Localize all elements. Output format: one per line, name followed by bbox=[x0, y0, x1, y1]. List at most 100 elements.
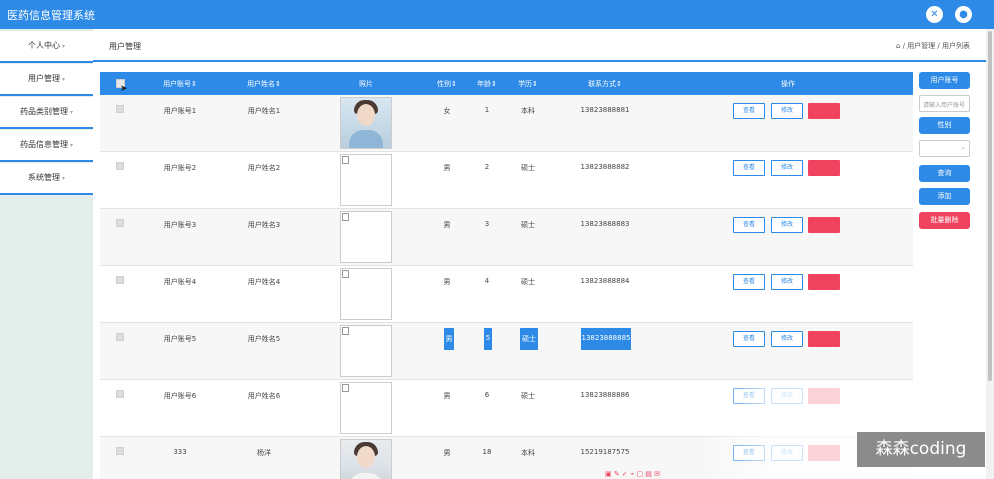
cell-name: 用户姓名2 bbox=[247, 164, 281, 172]
cell-edu: 硕士 bbox=[521, 164, 535, 172]
view-button[interactable]: 查看 bbox=[733, 331, 765, 347]
sidebar-item-personal-center[interactable]: 个人中心 ▾ bbox=[0, 31, 93, 63]
cell-age: 1 bbox=[484, 106, 490, 114]
broken-image-icon bbox=[342, 384, 349, 392]
toolbar-strip: ▣ ✎ ✓ ⌁ ▢ ▤ ✉ bbox=[605, 470, 661, 478]
top-bar: 医药信息管理系统 ✕ ● bbox=[0, 0, 994, 29]
cell-edu: 本科 bbox=[521, 107, 535, 115]
cell-age: 3 bbox=[484, 220, 490, 228]
delete-button[interactable]: 删除 bbox=[808, 217, 840, 233]
row-checkbox[interactable] bbox=[116, 219, 124, 227]
user-photo bbox=[340, 325, 392, 377]
user-photo bbox=[340, 268, 392, 320]
chevron-down-icon: ▾ bbox=[69, 142, 73, 149]
header-phone[interactable]: 联系方式⇕ bbox=[580, 79, 630, 89]
sidebar-item-label: 用户管理 bbox=[27, 74, 60, 83]
cell-name: 杨洋 bbox=[257, 449, 271, 457]
view-button[interactable]: 查看 bbox=[733, 103, 765, 119]
cell-account: 333 bbox=[173, 448, 187, 456]
user-icon[interactable]: ● bbox=[955, 6, 972, 23]
query-button[interactable]: 查询 bbox=[919, 165, 970, 182]
header-age[interactable]: 年龄⇕ bbox=[474, 79, 500, 89]
account-label-button[interactable]: 用户账号 bbox=[919, 72, 970, 89]
cell-edu: 硕士 bbox=[521, 392, 535, 400]
table-row: 用户账号2 用户姓名2 男 2 硕士 13823888882 查看 修改 删除 bbox=[100, 152, 913, 209]
row-checkbox[interactable] bbox=[116, 276, 124, 284]
edit-button[interactable]: 修改 bbox=[771, 217, 803, 233]
delete-button[interactable]: 删除 bbox=[808, 103, 840, 119]
cell-phone: 13823888884 bbox=[580, 277, 630, 285]
cell-phone: 13823888883 bbox=[580, 220, 630, 228]
cell-gender: 男 bbox=[443, 392, 451, 400]
cell-age: 18 bbox=[482, 448, 492, 456]
user-photo bbox=[340, 97, 392, 149]
cell-gender: 女 bbox=[443, 107, 451, 115]
broken-image-icon bbox=[342, 156, 349, 164]
cell-age: 4 bbox=[484, 277, 490, 285]
chevron-down-icon: ▾ bbox=[61, 43, 65, 50]
user-photo bbox=[340, 211, 392, 263]
gender-label-button[interactable]: 性别 bbox=[919, 117, 970, 134]
scrollbar-thumb[interactable] bbox=[988, 31, 992, 381]
add-button[interactable]: 添加 bbox=[919, 188, 970, 205]
delete-button[interactable]: 删除 bbox=[808, 331, 840, 347]
page-title: 用户管理 bbox=[109, 42, 141, 51]
delete-button[interactable]: 删除 bbox=[808, 274, 840, 290]
sidebar-item-user-management[interactable]: 用户管理 ▾ bbox=[0, 64, 93, 96]
watermark: 森森coding bbox=[857, 432, 985, 467]
account-search-input[interactable]: 请输入用户账号 bbox=[919, 95, 970, 112]
edit-button[interactable]: 修改 bbox=[771, 331, 803, 347]
view-button[interactable]: 查看 bbox=[733, 160, 765, 176]
cell-account: 用户账号6 bbox=[163, 392, 197, 400]
edit-button[interactable]: 修改 bbox=[771, 160, 803, 176]
cell-account: 用户账号2 bbox=[163, 164, 197, 172]
cell-edu: 硕士 bbox=[521, 278, 535, 286]
table-row: 用户账号3 用户姓名3 男 3 硕士 13823888883 查看 修改 删除 bbox=[100, 209, 913, 266]
header-gender[interactable]: 性别⇕ bbox=[434, 79, 460, 89]
broken-image-icon bbox=[342, 213, 349, 221]
delete-button[interactable]: 删除 bbox=[808, 160, 840, 176]
page-scrollbar[interactable] bbox=[986, 29, 994, 479]
cell-name: 用户姓名1 bbox=[247, 107, 281, 115]
view-button[interactable]: 查看 bbox=[733, 274, 765, 290]
broken-image-icon bbox=[342, 270, 349, 278]
cell-account: 用户账号5 bbox=[163, 335, 197, 343]
cell-account: 用户账号1 bbox=[163, 107, 197, 115]
broken-image-icon bbox=[342, 327, 349, 335]
header-name[interactable]: 用户姓名⇕ bbox=[242, 79, 286, 89]
breadcrumb-bar: 用户管理 ⌂ / 用户管理 / 用户列表 bbox=[93, 29, 986, 62]
cell-account: 用户账号3 bbox=[163, 221, 197, 229]
row-checkbox[interactable] bbox=[116, 105, 124, 113]
sidebar-item-drug-info[interactable]: 药品信息管理 ▾ bbox=[0, 130, 93, 162]
row-checkbox[interactable] bbox=[116, 390, 124, 398]
row-checkbox[interactable] bbox=[116, 333, 124, 341]
close-circle-icon[interactable]: ✕ bbox=[926, 6, 943, 23]
sidebar-item-drug-category[interactable]: 药品类别管理 ▾ bbox=[0, 97, 93, 129]
view-button[interactable]: 查看 bbox=[733, 217, 765, 233]
header-account[interactable]: 用户账号⇕ bbox=[160, 79, 200, 89]
cell-name: 用户姓名3 bbox=[247, 221, 281, 229]
header-edu[interactable]: 学历⇕ bbox=[515, 79, 541, 89]
table-header: ➤ 用户账号⇕ 用户姓名⇕ 照片 性别⇕ 年龄⇕ 学历⇕ 联系方式⇕ 操作 bbox=[100, 72, 913, 95]
chevron-down-icon: ▾ bbox=[69, 109, 73, 116]
table-row: 用户账号4 用户姓名4 男 4 硕士 13823888884 查看 修改 删除 bbox=[100, 266, 913, 323]
cell-phone: 13823888886 bbox=[580, 391, 630, 399]
cell-gender: 男 bbox=[443, 278, 451, 286]
breadcrumb-path[interactable]: / 用户管理 / 用户列表 bbox=[900, 42, 970, 50]
batch-delete-button[interactable]: 批量删除 bbox=[919, 212, 970, 229]
cell-gender: 男 bbox=[443, 449, 451, 457]
breadcrumb: ⌂ / 用户管理 / 用户列表 bbox=[896, 41, 970, 51]
sidebar-item-label: 药品类别管理 bbox=[19, 107, 68, 116]
edit-button[interactable]: 修改 bbox=[771, 274, 803, 290]
chevron-down-icon: ▾ bbox=[61, 175, 65, 182]
cell-account: 用户账号4 bbox=[163, 278, 197, 286]
cell-name: 用户姓名5 bbox=[247, 335, 281, 343]
edit-button[interactable]: 修改 bbox=[771, 103, 803, 119]
sidebar-item-system-management[interactable]: 系统管理 ▾ bbox=[0, 163, 93, 195]
cell-gender: 男 bbox=[443, 221, 451, 229]
row-checkbox[interactable] bbox=[116, 447, 124, 455]
row-checkbox[interactable] bbox=[116, 162, 124, 170]
table-row: 用户账号1 用户姓名1 女 1 本科 13823888881 查看 修改 删除 bbox=[100, 95, 913, 152]
gender-select[interactable]: ⌄ bbox=[919, 140, 970, 157]
user-photo bbox=[340, 382, 392, 434]
